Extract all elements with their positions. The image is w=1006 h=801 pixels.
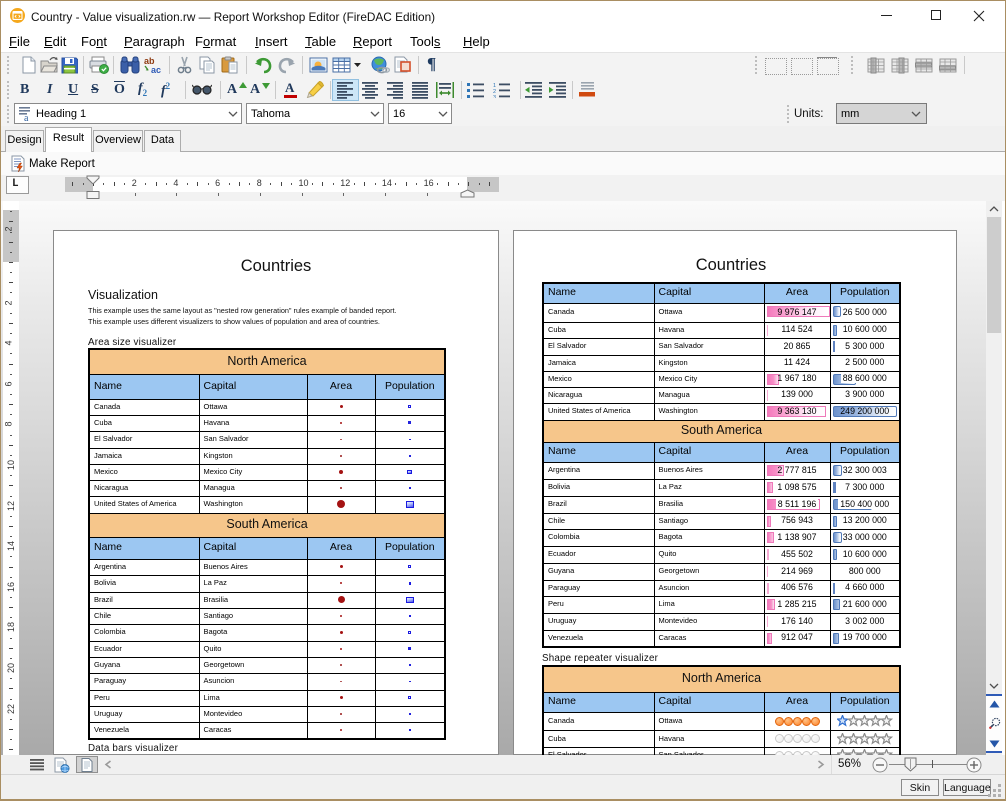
- svg-text:a: a: [24, 113, 29, 121]
- svg-text:ac: ac: [151, 65, 161, 74]
- svg-text:3: 3: [493, 95, 496, 98]
